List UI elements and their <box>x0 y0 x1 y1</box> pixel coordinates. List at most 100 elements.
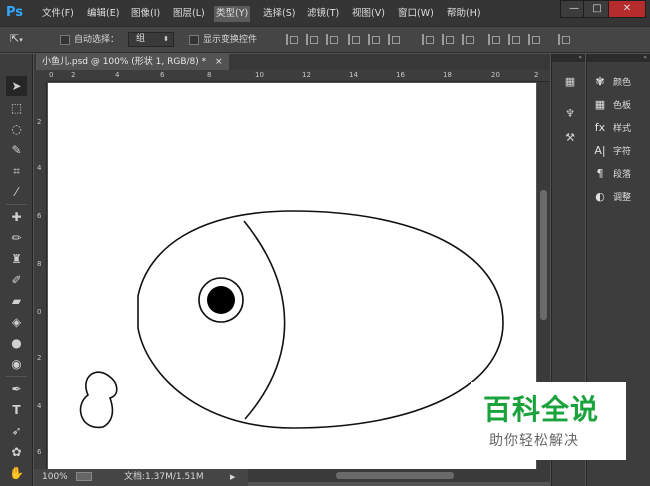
doc-info-icon[interactable] <box>76 472 92 481</box>
align-bottom-icon[interactable] <box>326 34 338 45</box>
panel-item-styles[interactable]: fx 样式 <box>593 120 649 136</box>
fish-gill-line <box>243 220 286 420</box>
panel-item-swatches[interactable]: ▦ 色板 <box>593 97 649 113</box>
menu-view[interactable]: 视图(V) <box>350 6 387 22</box>
move-tool-preset-icon[interactable]: ⇱▾ <box>10 32 23 46</box>
panel-dock-collapse-icon[interactable]: « <box>587 54 650 62</box>
pen-tool-icon[interactable]: ✒ <box>6 379 27 399</box>
panel-item-character[interactable]: A| 字符 <box>593 143 649 159</box>
ruler-label: 12 <box>302 71 311 79</box>
tools-panel: ➤ ⬚ ◌ ✎ ⌗ ⁄ ✚ ✏ ♜ ✐ ▰ ◈ ● ◉ ✒ T ➶ ✿ ✋ <box>0 54 33 486</box>
menu-type[interactable]: 类型(Y) <box>214 6 251 22</box>
distribute-left-icon[interactable] <box>488 34 500 45</box>
paragraph-icon: ¶ <box>596 167 604 180</box>
dodge-tool-icon[interactable]: ◉ <box>6 354 27 374</box>
status-menu-arrow-icon[interactable]: ▶ <box>230 471 235 484</box>
ruler-label: 4 <box>115 71 120 79</box>
close-tab-icon[interactable]: × <box>215 57 223 67</box>
clone-stamp-tool-icon[interactable]: ♜ <box>6 249 27 269</box>
panel-item-label: 样式 <box>613 124 632 134</box>
horizontal-scroll-thumb[interactable] <box>336 472 454 479</box>
panel-strip-collapse-icon[interactable]: « <box>552 54 585 62</box>
blur-tool-icon[interactable]: ● <box>6 333 27 353</box>
type-tool-icon[interactable]: T <box>6 400 27 420</box>
crop-tool-icon[interactable]: ⌗ <box>6 161 27 181</box>
menu-select[interactable]: 选择(S) <box>261 6 297 22</box>
tool-separator <box>6 204 27 205</box>
distribute-right-icon[interactable] <box>528 34 540 45</box>
brush-tool-icon[interactable]: ✏ <box>6 228 27 248</box>
menu-window[interactable]: 窗口(W) <box>396 6 436 22</box>
document-tab[interactable]: 小鱼儿.psd @ 100% (形状 1, RGB/8) * × <box>36 54 229 70</box>
ruler-label: 16 <box>396 71 405 79</box>
menu-help[interactable]: 帮助(H) <box>445 6 483 22</box>
document-canvas[interactable] <box>48 83 536 469</box>
align-left-icon[interactable] <box>348 34 360 45</box>
paint-bucket-tool-icon[interactable]: ◈ <box>6 312 27 332</box>
ruler-label: 2 <box>534 71 539 79</box>
ruler-origin[interactable] <box>34 70 47 82</box>
panel-item-paragraph[interactable]: ¶ 段落 <box>593 166 649 182</box>
menu-edit[interactable]: 编辑(E) <box>85 6 121 22</box>
healing-brush-tool-icon[interactable]: ✚ <box>6 207 27 227</box>
panel-item-label: 颜色 <box>613 78 632 88</box>
styles-icon: fx <box>594 121 606 134</box>
panel-item-adjustments[interactable]: ◐ 调整 <box>593 189 649 205</box>
horizontal-scrollbar[interactable] <box>248 469 550 482</box>
fish-body-shape <box>137 210 504 429</box>
align-top-icon[interactable] <box>286 34 298 45</box>
distribute-hcenter-icon[interactable] <box>508 34 520 45</box>
brush-presets-panel-icon[interactable]: ♆ <box>561 106 579 122</box>
eyedropper-tool-icon[interactable]: ⁄ <box>6 182 27 202</box>
path-select-tool-icon[interactable]: ➶ <box>6 421 27 441</box>
quick-select-tool-icon[interactable]: ✎ <box>6 140 27 160</box>
shape-tool-icon[interactable]: ✿ <box>6 442 27 462</box>
tool-presets-panel-icon[interactable]: ⚒ <box>561 130 579 146</box>
horizontal-ruler[interactable]: 0 2 4 6 8 10 12 14 16 18 20 2 <box>47 70 550 82</box>
document-tab-bar: 小鱼儿.psd @ 100% (形状 1, RGB/8) * × <box>34 54 550 70</box>
move-tool-icon[interactable]: ➤ <box>6 76 27 96</box>
options-bar: ⇱▾ 自动选择： 组 ⬍ 显示变换控件 <box>0 26 650 53</box>
ruler-label: 0 <box>49 71 54 79</box>
vertical-ruler[interactable]: 2 4 6 8 0 2 4 6 <box>34 82 47 469</box>
character-icon: A| <box>594 144 606 157</box>
watermark-subtitle: 助你轻松解决 <box>489 433 579 449</box>
palette-icon: ✾ <box>595 75 605 88</box>
show-transform-checkbox[interactable] <box>189 35 199 45</box>
panel-item-color[interactable]: ✾ 颜色 <box>593 74 649 90</box>
menu-file[interactable]: 文件(F) <box>40 6 76 22</box>
history-panel-icon[interactable]: ▦ <box>561 74 579 90</box>
align-hcenter-icon[interactable] <box>368 34 380 45</box>
ruler-label: 4 <box>37 402 42 410</box>
align-right-icon[interactable] <box>388 34 400 45</box>
zoom-level[interactable]: 100% <box>42 471 68 484</box>
menu-image[interactable]: 图像(I) <box>129 6 162 22</box>
hand-tool-icon[interactable]: ✋ <box>6 463 27 483</box>
ruler-label: 8 <box>37 260 42 268</box>
ruler-label: 10 <box>255 71 264 79</box>
ruler-label: 0 <box>37 308 42 316</box>
distribute-top-icon[interactable] <box>422 34 434 45</box>
align-vcenter-icon[interactable] <box>306 34 318 45</box>
marquee-tool-icon[interactable]: ⬚ <box>6 98 27 118</box>
panel-item-label: 字符 <box>613 147 632 157</box>
status-bar: 100% 文档:1.37M/1.51M ▶ <box>34 469 248 486</box>
auto-select-dropdown[interactable]: 组 ⬍ <box>128 32 174 47</box>
distribute-vcenter-icon[interactable] <box>442 34 454 45</box>
history-brush-tool-icon[interactable]: ✐ <box>6 270 27 290</box>
auto-align-icon[interactable] <box>558 34 570 45</box>
ruler-label: 6 <box>160 71 165 79</box>
document-tab-title: 小鱼儿.psd @ 100% (形状 1, RGB/8) * <box>42 57 207 67</box>
menu-layer[interactable]: 图层(L) <box>171 6 207 22</box>
menu-filter[interactable]: 滤镜(T) <box>305 6 341 22</box>
ruler-label: 8 <box>207 71 212 79</box>
auto-select-checkbox[interactable] <box>60 35 70 45</box>
vertical-scroll-thumb[interactable] <box>540 190 547 320</box>
distribute-bottom-icon[interactable] <box>462 34 474 45</box>
app-logo: Ps <box>6 5 24 20</box>
ruler-label: 2 <box>37 354 42 362</box>
close-window-button[interactable]: ✕ <box>608 0 646 18</box>
eraser-tool-icon[interactable]: ▰ <box>6 291 27 311</box>
lasso-tool-icon[interactable]: ◌ <box>6 119 27 139</box>
restore-button[interactable]: □ <box>583 0 611 18</box>
